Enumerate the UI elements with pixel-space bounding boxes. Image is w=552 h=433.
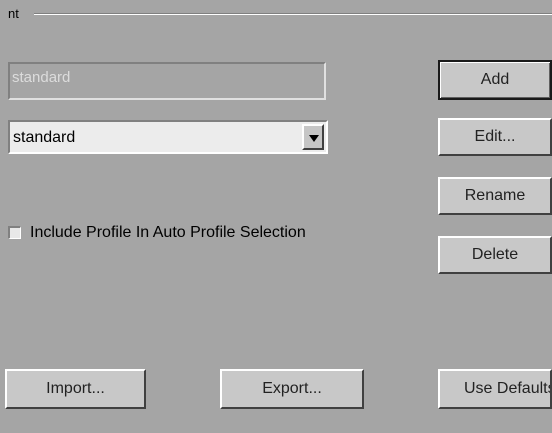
add-button[interactable]: Add bbox=[438, 60, 552, 100]
group-label: nt bbox=[8, 6, 21, 21]
group-frame-line bbox=[34, 13, 552, 15]
import-button[interactable]: Import... bbox=[5, 369, 146, 409]
auto-profile-checkbox[interactable] bbox=[8, 226, 21, 239]
rename-button[interactable]: Rename bbox=[438, 177, 552, 215]
edit-button[interactable]: Edit... bbox=[438, 118, 552, 156]
use-defaults-button[interactable]: Use Defaults bbox=[438, 369, 552, 409]
delete-button[interactable]: Delete bbox=[438, 236, 552, 274]
auto-profile-checkbox-label: Include Profile In Auto Profile Selectio… bbox=[30, 224, 306, 241]
export-button[interactable]: Export... bbox=[220, 369, 364, 409]
profile-select-value: standard bbox=[13, 129, 76, 146]
chevron-down-icon bbox=[309, 135, 319, 142]
profile-select[interactable]: standard bbox=[8, 120, 328, 154]
profile-name-field[interactable]: standard bbox=[8, 62, 326, 100]
dropdown-arrow-button[interactable] bbox=[302, 124, 324, 150]
